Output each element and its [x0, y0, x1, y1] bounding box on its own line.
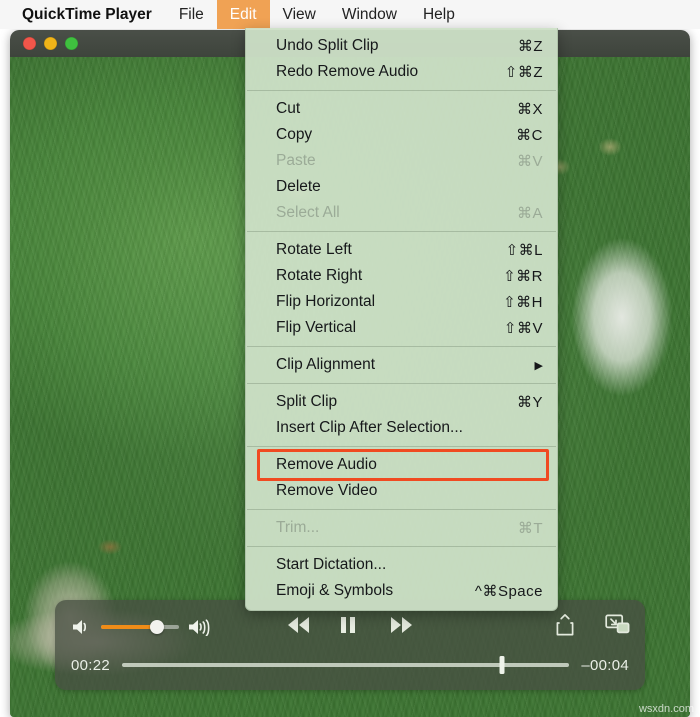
menu-item-label: Clip Alignment: [276, 356, 376, 373]
volume-control: [71, 614, 210, 640]
menu-item-label: Split Clip: [276, 393, 338, 410]
volume-slider-knob[interactable]: [150, 620, 165, 634]
menu-item-paste: Paste ⌘V: [246, 148, 557, 174]
maximize-button[interactable]: [65, 37, 78, 50]
menu-item-shortcut: ⌘T: [517, 520, 543, 537]
menu-item-clip-alignment[interactable]: Clip Alignment ▶: [246, 352, 557, 378]
menu-item-shortcut: ⇧⌘H: [503, 294, 543, 311]
menu-item-shortcut: ⌘V: [516, 153, 543, 170]
menu-item-shortcut: ⌘A: [516, 205, 543, 222]
menu-item-label: Select All: [276, 204, 340, 221]
menu-item-start-dictation[interactable]: Start Dictation...: [246, 552, 557, 578]
volume-slider[interactable]: [101, 620, 179, 634]
playback-control-bar: 00:22 –00:04: [55, 600, 645, 690]
menu-item-shortcut: ⌘C: [516, 127, 543, 144]
menu-item-shortcut: ⌘X: [516, 101, 543, 118]
menu-item-label: Redo Remove Audio: [276, 63, 419, 80]
menubar-item-help[interactable]: Help: [410, 0, 468, 29]
chevron-right-icon: ▶: [534, 359, 543, 372]
menu-item-shortcut: ^⌘Space: [474, 583, 543, 600]
elapsed-time: 00:22: [71, 656, 111, 674]
menu-item-flip-vertical[interactable]: Flip Vertical ⇧⌘V: [246, 315, 557, 341]
timeline-row: 00:22 –00:04: [71, 654, 629, 676]
menu-separator: [247, 90, 556, 91]
menu-item-label: Start Dictation...: [276, 556, 387, 573]
menu-item-shortcut: ⇧⌘V: [503, 320, 543, 337]
menu-item-label: Rotate Left: [276, 241, 352, 258]
menu-item-label: Trim...: [276, 519, 320, 536]
edit-dropdown-menu: Undo Split Clip ⌘Z Redo Remove Audio ⇧⌘Z Cut…: [245, 28, 558, 611]
pause-icon[interactable]: [337, 614, 363, 638]
menu-separator: [247, 383, 556, 384]
menu-item-label: Cut: [276, 100, 301, 117]
menu-item-flip-horizontal[interactable]: Flip Horizontal ⇧⌘H: [246, 289, 557, 315]
menu-item-rotate-right[interactable]: Rotate Right ⇧⌘R: [246, 263, 557, 289]
minimize-button[interactable]: [44, 37, 57, 50]
menu-item-undo-split-clip[interactable]: Undo Split Clip ⌘Z: [246, 33, 557, 59]
playhead-handle[interactable]: [499, 656, 505, 674]
close-button[interactable]: [23, 37, 36, 50]
menu-item-label: Paste: [276, 152, 316, 169]
menu-item-copy[interactable]: Copy ⌘C: [246, 122, 557, 148]
menu-item-insert-clip-after-selection[interactable]: Insert Clip After Selection...: [246, 415, 557, 441]
menubar-item-edit[interactable]: Edit: [216, 0, 270, 29]
menu-item-label: Copy: [276, 126, 313, 143]
menubar-item-view[interactable]: View: [270, 0, 329, 29]
menu-item-label: Insert Clip After Selection...: [276, 419, 463, 436]
menu-item-cut[interactable]: Cut ⌘X: [246, 96, 557, 122]
menu-item-shortcut: ⌘Z: [517, 38, 543, 55]
menu-bar: QuickTime Player File Edit View Window H…: [0, 0, 700, 29]
menu-item-remove-audio[interactable]: Remove Audio: [246, 449, 557, 481]
menu-separator: [247, 346, 556, 347]
menu-item-rotate-left[interactable]: Rotate Left ⇧⌘L: [246, 237, 557, 263]
menu-item-emoji-symbols[interactable]: Emoji & Symbols ^⌘Space: [246, 578, 557, 604]
menu-item-shortcut: ⇧⌘L: [505, 242, 543, 259]
fast-forward-icon[interactable]: [389, 614, 415, 638]
volume-high-icon[interactable]: [187, 618, 210, 636]
menubar-item-file[interactable]: File: [166, 0, 217, 29]
menu-item-label: Remove Audio: [276, 456, 377, 473]
volume-slider-fill: [101, 625, 158, 629]
menu-separator: [247, 446, 556, 447]
volume-low-icon[interactable]: [71, 618, 93, 636]
menu-item-select-all: Select All ⌘A: [246, 200, 557, 226]
menu-item-label: Flip Horizontal: [276, 293, 376, 310]
menu-item-delete[interactable]: Delete: [246, 174, 557, 200]
menu-item-trim: Trim... ⌘T: [246, 515, 557, 541]
menu-item-label: Delete: [276, 178, 321, 195]
picture-in-picture-icon[interactable]: [605, 614, 631, 641]
secondary-controls: [555, 613, 631, 642]
menu-separator: [247, 546, 556, 547]
remaining-time: –00:04: [581, 656, 629, 674]
menu-item-redo-remove-audio[interactable]: Redo Remove Audio ⇧⌘Z: [246, 59, 557, 85]
menu-item-shortcut: ⌘Y: [516, 394, 543, 411]
menu-item-label: Rotate Right: [276, 267, 363, 284]
menu-separator: [247, 231, 556, 232]
share-icon[interactable]: [555, 613, 575, 642]
menu-item-split-clip[interactable]: Split Clip ⌘Y: [246, 389, 557, 415]
menu-item-shortcut: ⇧⌘Z: [504, 64, 543, 81]
rewind-icon[interactable]: [285, 614, 311, 638]
menu-separator: [247, 509, 556, 510]
menu-item-label: Flip Vertical: [276, 319, 357, 336]
menu-item-shortcut: ⇧⌘R: [503, 268, 543, 285]
menu-item-label: Remove Video: [276, 482, 378, 499]
watermark: wsxdn.com: [638, 703, 694, 715]
menu-item-remove-video[interactable]: Remove Video: [246, 478, 557, 504]
menu-item-label: Undo Split Clip: [276, 37, 379, 54]
timeline-scrubber[interactable]: [122, 656, 570, 674]
menubar-item-window[interactable]: Window: [329, 0, 410, 29]
menu-item-label: Emoji & Symbols: [276, 582, 394, 599]
menubar-app-name[interactable]: QuickTime Player: [0, 0, 166, 29]
